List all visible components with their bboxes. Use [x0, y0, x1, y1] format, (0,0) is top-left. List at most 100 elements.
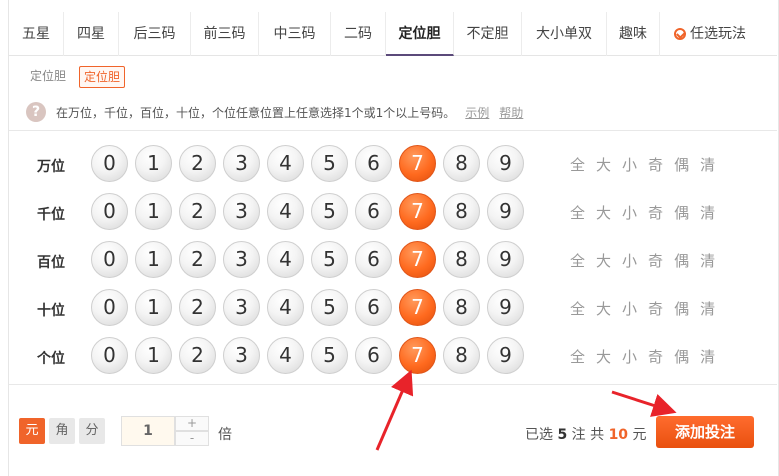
quick-filter-button[interactable]: 清: [700, 202, 715, 223]
number-ball-1[interactable]: 1: [135, 241, 172, 278]
quick-filter-button[interactable]: 全: [570, 154, 585, 175]
number-ball-5[interactable]: 5: [311, 145, 348, 182]
number-ball-4[interactable]: 4: [267, 193, 304, 230]
unit-yuan-button[interactable]: 元: [19, 418, 45, 444]
quick-filter-button[interactable]: 奇: [648, 154, 663, 175]
quick-filter-button[interactable]: 大: [596, 346, 611, 367]
number-ball-7[interactable]: 7: [399, 241, 436, 278]
quick-filter-button[interactable]: 清: [700, 346, 715, 367]
tab-1[interactable]: 四星: [64, 12, 119, 56]
number-ball-8[interactable]: 8: [443, 337, 480, 374]
multiplier-minus-button[interactable]: -: [175, 431, 209, 446]
quick-filter-button[interactable]: 全: [570, 250, 585, 271]
number-ball-5[interactable]: 5: [311, 193, 348, 230]
number-ball-0[interactable]: 0: [91, 289, 128, 326]
number-ball-8[interactable]: 8: [443, 241, 480, 278]
quick-filter-button[interactable]: 小: [622, 298, 637, 319]
number-ball-6[interactable]: 6: [355, 289, 392, 326]
number-ball-9[interactable]: 9: [487, 193, 524, 230]
number-ball-0[interactable]: 0: [91, 241, 128, 278]
number-ball-2[interactable]: 2: [179, 193, 216, 230]
number-ball-4[interactable]: 4: [267, 337, 304, 374]
tab-10[interactable]: 任选玩法: [660, 12, 760, 56]
tab-2[interactable]: 后三码: [119, 12, 191, 56]
quick-filter-button[interactable]: 大: [596, 298, 611, 319]
quick-filter-button[interactable]: 小: [622, 202, 637, 223]
quick-filter-button[interactable]: 偶: [674, 202, 689, 223]
number-ball-7[interactable]: 7: [399, 289, 436, 326]
quick-filter-button[interactable]: 偶: [674, 154, 689, 175]
number-ball-4[interactable]: 4: [267, 241, 304, 278]
number-ball-9[interactable]: 9: [487, 289, 524, 326]
number-ball-1[interactable]: 1: [135, 193, 172, 230]
number-ball-2[interactable]: 2: [179, 289, 216, 326]
tab-5[interactable]: 二码: [331, 12, 386, 56]
multiplier-plus-button[interactable]: +: [175, 416, 209, 431]
number-ball-6[interactable]: 6: [355, 337, 392, 374]
number-ball-9[interactable]: 9: [487, 337, 524, 374]
number-ball-7[interactable]: 7: [399, 337, 436, 374]
tab-3[interactable]: 前三码: [191, 12, 259, 56]
number-ball-5[interactable]: 5: [311, 241, 348, 278]
number-ball-7[interactable]: 7: [399, 193, 436, 230]
unit-fen-button[interactable]: 分: [79, 418, 105, 444]
subtab-selected[interactable]: 定位胆: [79, 66, 126, 88]
number-ball-5[interactable]: 5: [311, 337, 348, 374]
example-link[interactable]: 示例: [465, 104, 489, 121]
quick-filter-button[interactable]: 偶: [674, 250, 689, 271]
number-ball-0[interactable]: 0: [91, 145, 128, 182]
number-ball-1[interactable]: 1: [135, 337, 172, 374]
number-ball-3[interactable]: 3: [223, 193, 260, 230]
number-ball-6[interactable]: 6: [355, 145, 392, 182]
number-ball-9[interactable]: 9: [487, 145, 524, 182]
quick-filter-button[interactable]: 小: [622, 250, 637, 271]
number-ball-6[interactable]: 6: [355, 193, 392, 230]
number-ball-3[interactable]: 3: [223, 145, 260, 182]
tab-7[interactable]: 不定胆: [454, 12, 522, 56]
tab-9[interactable]: 趣味: [607, 12, 660, 56]
multiplier-input[interactable]: 1: [121, 416, 175, 446]
quick-filter-button[interactable]: 小: [622, 154, 637, 175]
number-ball-6[interactable]: 6: [355, 241, 392, 278]
quick-filter-button[interactable]: 奇: [648, 298, 663, 319]
number-ball-8[interactable]: 8: [443, 145, 480, 182]
quick-filter-button[interactable]: 清: [700, 154, 715, 175]
quick-filter-button[interactable]: 清: [700, 250, 715, 271]
tab-6[interactable]: 定位胆: [386, 12, 454, 56]
number-ball-5[interactable]: 5: [311, 289, 348, 326]
number-ball-1[interactable]: 1: [135, 289, 172, 326]
number-ball-2[interactable]: 2: [179, 337, 216, 374]
tab-4[interactable]: 中三码: [259, 12, 331, 56]
number-ball-2[interactable]: 2: [179, 241, 216, 278]
number-ball-4[interactable]: 4: [267, 289, 304, 326]
number-ball-1[interactable]: 1: [135, 145, 172, 182]
number-ball-0[interactable]: 0: [91, 193, 128, 230]
help-link[interactable]: 帮助: [499, 104, 523, 121]
number-ball-4[interactable]: 4: [267, 145, 304, 182]
quick-filter-button[interactable]: 偶: [674, 298, 689, 319]
quick-filter-button[interactable]: 奇: [648, 346, 663, 367]
quick-filter-button[interactable]: 大: [596, 250, 611, 271]
quick-filter-button[interactable]: 全: [570, 346, 585, 367]
quick-filter-button[interactable]: 全: [570, 202, 585, 223]
quick-filter-button[interactable]: 清: [700, 298, 715, 319]
number-ball-8[interactable]: 8: [443, 193, 480, 230]
unit-jiao-button[interactable]: 角: [49, 418, 75, 444]
number-ball-2[interactable]: 2: [179, 145, 216, 182]
number-ball-3[interactable]: 3: [223, 241, 260, 278]
quick-filter-button[interactable]: 奇: [648, 202, 663, 223]
tab-0[interactable]: 五星: [9, 12, 64, 56]
quick-filter-button[interactable]: 偶: [674, 346, 689, 367]
number-ball-9[interactable]: 9: [487, 241, 524, 278]
number-ball-0[interactable]: 0: [91, 337, 128, 374]
quick-filter-button[interactable]: 全: [570, 298, 585, 319]
tab-8[interactable]: 大小单双: [522, 12, 607, 56]
number-ball-8[interactable]: 8: [443, 289, 480, 326]
quick-filter-button[interactable]: 大: [596, 154, 611, 175]
number-ball-3[interactable]: 3: [223, 337, 260, 374]
quick-filter-button[interactable]: 奇: [648, 250, 663, 271]
quick-filter-button[interactable]: 小: [622, 346, 637, 367]
quick-filter-button[interactable]: 大: [596, 202, 611, 223]
number-ball-3[interactable]: 3: [223, 289, 260, 326]
add-bet-button[interactable]: 添加投注: [656, 416, 754, 448]
